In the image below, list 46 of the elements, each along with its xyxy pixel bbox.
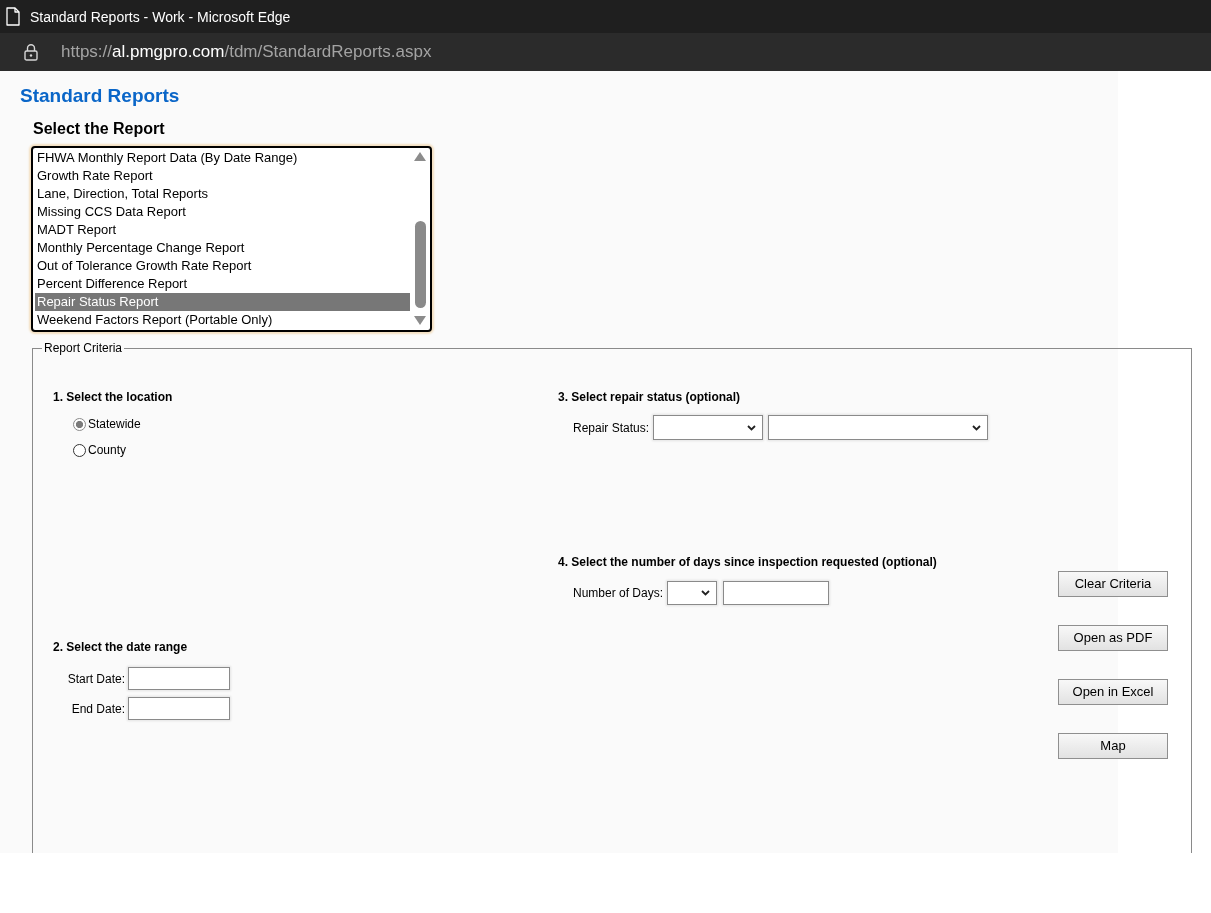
scrollbar-thumb[interactable]: [414, 221, 426, 308]
chevron-down-icon: [747, 424, 757, 431]
list-item[interactable]: Repair Status Report: [35, 293, 410, 311]
map-button[interactable]: Map: [1058, 733, 1168, 759]
clear-criteria-button[interactable]: Clear Criteria: [1058, 571, 1168, 597]
list-item[interactable]: Percent Difference Report: [35, 275, 410, 293]
open-pdf-button[interactable]: Open as PDF: [1058, 625, 1168, 651]
page-icon: [6, 7, 20, 26]
chevron-down-icon: [701, 590, 711, 596]
report-listbox[interactable]: [31, 146, 432, 332]
scroll-up-icon[interactable]: [414, 152, 426, 161]
dropdown[interactable]: [768, 415, 989, 440]
list-item[interactable]: MADT Report: [35, 221, 410, 239]
radio-button[interactable]: [73, 443, 86, 457]
list-item[interactable]: Out of Tolerance Growth Rate Report: [35, 257, 410, 275]
radio-button[interactable]: [73, 417, 86, 431]
field-label: Repair Status:: [573, 420, 650, 435]
page-heading: Standard Reports: [20, 85, 180, 107]
lock-icon: [24, 43, 38, 61]
list-item[interactable]: Missing CCS Data Report: [35, 203, 410, 221]
list-item[interactable]: Growth Rate Report: [35, 167, 410, 185]
scroll-down-icon[interactable]: [414, 316, 426, 325]
address-url[interactable]: https://al.pmgpro.com/tdm/StandardReports.aspx: [61, 41, 432, 63]
step-heading: 4. Select the number of days since inspection requested (optional): [558, 555, 937, 569]
chevron-down-icon: [972, 424, 982, 431]
dropdown[interactable]: [653, 415, 764, 440]
field-label: End Date:: [71, 701, 125, 716]
list-item[interactable]: Monthly Percentage Change Report: [35, 239, 410, 257]
input-field[interactable]: [723, 581, 830, 605]
panel-legend: Report Criteria: [42, 341, 125, 355]
radio-label: Statewide: [88, 417, 141, 431]
dropdown[interactable]: [667, 581, 718, 605]
list-item[interactable]: Weekend Factors Report (Portable Only): [35, 311, 410, 329]
step-heading: 1. Select the location: [53, 390, 173, 404]
open-excel-button[interactable]: Open in Excel: [1058, 679, 1168, 705]
window-title: Standard Reports - Work - Microsoft Edge: [30, 7, 291, 26]
section-label: Select the Report: [33, 120, 165, 138]
list-item[interactable]: FHWA Monthly Report Data (By Date Range): [35, 149, 410, 167]
field-label: Number of Days:: [573, 586, 664, 600]
step-heading: 2. Select the date range: [53, 640, 188, 654]
list-item[interactable]: Lane, Direction, Total Reports: [35, 185, 410, 203]
field-label: Start Date:: [67, 671, 125, 686]
step-heading: 3. Select repair status (optional): [558, 390, 741, 404]
radio-label: County: [88, 443, 127, 457]
date-field[interactable]: [128, 667, 230, 690]
date-field[interactable]: [128, 697, 230, 720]
